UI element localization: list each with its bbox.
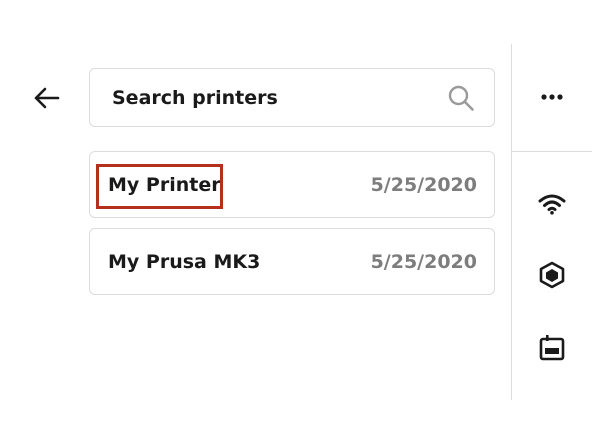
toolbar-divider — [512, 151, 592, 152]
selection-highlight — [96, 164, 223, 209]
wifi-button[interactable] — [532, 184, 572, 224]
more-options-button[interactable] — [532, 77, 572, 117]
printer-list: My Printer 5/25/2020 My Prusa MK3 5/25/2… — [89, 151, 495, 305]
printer-list-item[interactable]: My Prusa MK3 5/25/2020 — [89, 228, 495, 295]
back-button[interactable] — [28, 80, 64, 116]
more-horizontal-icon — [541, 94, 563, 100]
arrow-left-icon — [34, 87, 60, 109]
search-input[interactable] — [112, 86, 446, 109]
printer-date: 5/25/2020 — [370, 173, 477, 196]
printer-icon — [539, 335, 565, 361]
printer-selector-screen: My Printer 5/25/2020 My Prusa MK3 5/25/2… — [0, 0, 592, 444]
printer-date: 5/25/2020 — [370, 250, 477, 273]
printer-name: My Prusa MK3 — [108, 250, 261, 273]
right-toolbar — [511, 44, 592, 400]
cube-icon — [539, 261, 565, 289]
model-button[interactable] — [532, 255, 572, 295]
search-bar[interactable] — [89, 68, 495, 127]
printer-list-item[interactable]: My Printer 5/25/2020 — [89, 151, 495, 218]
printer-button[interactable] — [532, 327, 572, 367]
wifi-icon — [538, 194, 566, 215]
search-icon[interactable] — [446, 83, 476, 113]
